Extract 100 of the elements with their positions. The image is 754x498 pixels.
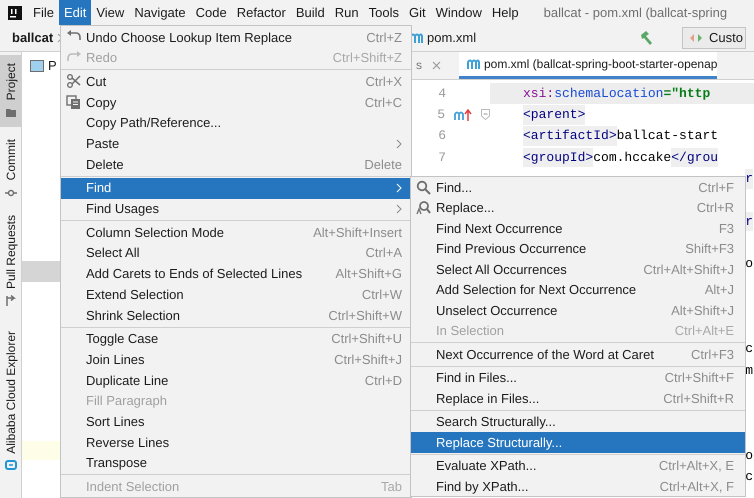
menu-item[interactable]: Code — [190, 0, 232, 25]
editor-tab[interactable]: pom.xml (ballcat-spring-boot-starter-openap — [459, 52, 718, 79]
line-number: 7 — [437, 148, 446, 167]
menu-item[interactable]: Cut Ctrl+X — [61, 71, 411, 92]
menu-item[interactable]: Window — [430, 0, 487, 25]
run-config-selector[interactable]: Custo — [682, 27, 746, 49]
panel-icon — [30, 60, 44, 72]
shortcut-label: Ctrl+R — [696, 199, 734, 217]
menu-item[interactable]: Git — [404, 0, 431, 25]
code-fragment: c — [745, 468, 753, 486]
menu-item[interactable]: Find by XPath... Ctrl+Alt+X, F — [411, 476, 745, 496]
line-number: 5 — [436, 106, 445, 124]
search-icon — [416, 180, 431, 195]
close-icon — [432, 60, 441, 70]
app-logo-icon — [8, 6, 22, 20]
menu-item[interactable]: Join Lines Ctrl+Shift+J — [61, 349, 411, 370]
arrows-icon — [689, 33, 703, 43]
shortcut-label: Ctrl+Shift+Z — [332, 49, 402, 68]
menu-item[interactable]: Unselect Occurrence Alt+Shift+J — [411, 300, 745, 320]
tool-window-button[interactable]: Pull Requests — [0, 215, 21, 307]
shortcut-label: Shift+F3 — [685, 240, 734, 258]
menu-item[interactable]: Paste — [61, 133, 411, 154]
menu-item[interactable]: Replace Structurally... — [411, 432, 745, 452]
menu-item[interactable]: Find in Files... Ctrl+Shift+F — [411, 368, 745, 388]
shortcut-label: Delete — [364, 156, 402, 174]
menu-item[interactable]: View — [91, 0, 130, 25]
menu-item[interactable]: Help — [486, 0, 524, 25]
folder-icon — [4, 106, 16, 119]
shortcut-label: Ctrl+A — [366, 244, 402, 262]
shortcut-label: Ctrl+F3 — [691, 346, 734, 364]
menu-item[interactable]: Evaluate XPath... Ctrl+Alt+X, E — [411, 456, 745, 476]
menu-item[interactable]: Find Previous Occurrence Shift+F3 — [411, 238, 745, 259]
code-fragment: m — [745, 362, 753, 380]
menu-item[interactable]: Replace in Files... Ctrl+Shift+R — [411, 388, 745, 408]
shortcut-label: Ctrl+X — [366, 72, 402, 91]
menu-item[interactable]: Navigate — [129, 0, 191, 25]
menu-item[interactable]: Next Occurrence of the Word at Caret Ctrl+F3 — [411, 344, 745, 364]
shortcut-label: Ctrl+F — [698, 178, 734, 196]
menu-item[interactable]: Reverse Lines — [61, 432, 411, 453]
tool-window-button[interactable]: Commit — [0, 133, 21, 205]
menu-item[interactable]: Search Structurally... — [411, 412, 745, 432]
shortcut-label: Ctrl+Shift+J — [334, 350, 402, 369]
menu-item[interactable]: Copy Ctrl+C — [61, 92, 411, 113]
file-type-icon — [467, 58, 480, 68]
menu-item[interactable]: Replace... Ctrl+R — [411, 198, 745, 218]
menu-item[interactable]: Find... Ctrl+F — [411, 177, 745, 198]
shortcut-label: Ctrl+Alt+X, E — [658, 457, 734, 475]
code-fragment: r — [745, 169, 753, 189]
shortcut-label: F3 — [718, 220, 734, 238]
menu-item[interactable]: Tools — [364, 0, 404, 25]
cloud-icon — [4, 459, 16, 472]
menu-item[interactable]: Select All Occurrences Ctrl+Alt+Shift+J — [411, 259, 745, 280]
shortcut-label: Ctrl+Shift+F — [664, 369, 734, 387]
menu-item[interactable]: Transpose — [61, 452, 411, 474]
menu-item[interactable]: Extend Selection Ctrl+W — [61, 284, 411, 305]
tool-window-button[interactable]: Project — [0, 55, 21, 127]
tool-window-button[interactable]: Alibaba Cloud Explorer — [0, 327, 21, 475]
shortcut-label: Alt+Shift+G — [336, 265, 402, 284]
shortcut-label: Tab — [381, 478, 402, 496]
breadcrumb-item[interactable]: ballcat — [12, 28, 54, 48]
menu-item[interactable]: Sort Lines — [61, 411, 411, 432]
menu-item[interactable]: Duplicate Line Ctrl+D — [61, 370, 411, 391]
menu-item[interactable]: Find Usages — [61, 198, 411, 220]
shortcut-label: Ctrl+W — [362, 286, 402, 304]
override-marker-icon — [454, 108, 472, 121]
menu-item[interactable]: Select All Ctrl+A — [61, 242, 411, 264]
menu-item[interactable]: Toggle Case Ctrl+Shift+U — [61, 328, 411, 350]
menu-item[interactable]: Run — [330, 0, 364, 25]
shortcut-label: Ctrl+Z — [366, 28, 402, 47]
shortcut-label: Ctrl+Shift+U — [331, 330, 402, 348]
shortcut-label: Ctrl+Shift+W — [328, 306, 402, 325]
replace-icon — [416, 200, 431, 216]
code-fragment: o — [745, 446, 753, 465]
shortcut-label: Ctrl+C — [364, 94, 402, 112]
menu-item[interactable]: Find — [61, 178, 411, 198]
menu-item[interactable]: Refactor — [232, 0, 291, 25]
code-line: <artifactId>ballcat-start — [490, 126, 754, 147]
menu-item[interactable]: Column Selection Mode Alt+Shift+Insert — [61, 222, 411, 243]
menu-item[interactable]: Edit — [58, 0, 92, 25]
menu-item[interactable]: Add Carets to Ends of Selected Lines Alt+Shift+G — [61, 264, 411, 284]
code-fragment: c — [745, 340, 753, 358]
window-title: ballcat - pom.xml (ballcat-spring — [544, 4, 728, 22]
shortcut-label: Alt+Shift+J — [671, 302, 734, 320]
line-number: 6 — [437, 127, 446, 146]
menu-item[interactable]: Find Next Occurrence F3 — [411, 218, 745, 238]
menu-item[interactable]: File — [28, 0, 59, 25]
breadcrumb-item[interactable]: pom.xml — [427, 28, 476, 48]
menu-item[interactable]: Delete Delete — [61, 154, 411, 175]
scissors-icon — [66, 74, 81, 90]
code-line: <parent> — [490, 104, 754, 126]
menu-item[interactable]: Shrink Selection Ctrl+Shift+W — [61, 304, 411, 326]
editor-tab[interactable]: s — [412, 52, 441, 79]
menu-item[interactable]: Build — [290, 0, 330, 25]
hammer-icon — [638, 30, 654, 46]
shortcut-label: Ctrl+D — [364, 372, 402, 390]
menu-item[interactable]: Add Selection for Next Occurrence Alt+J — [411, 280, 745, 300]
menu-item[interactable]: Undo Choose Lookup Item Replace Ctrl+Z — [61, 27, 411, 48]
shortcut-label: Ctrl+Alt+E — [674, 322, 734, 340]
menu-item[interactable]: Copy Path/Reference... — [61, 112, 411, 134]
panel-title: P — [48, 57, 57, 76]
